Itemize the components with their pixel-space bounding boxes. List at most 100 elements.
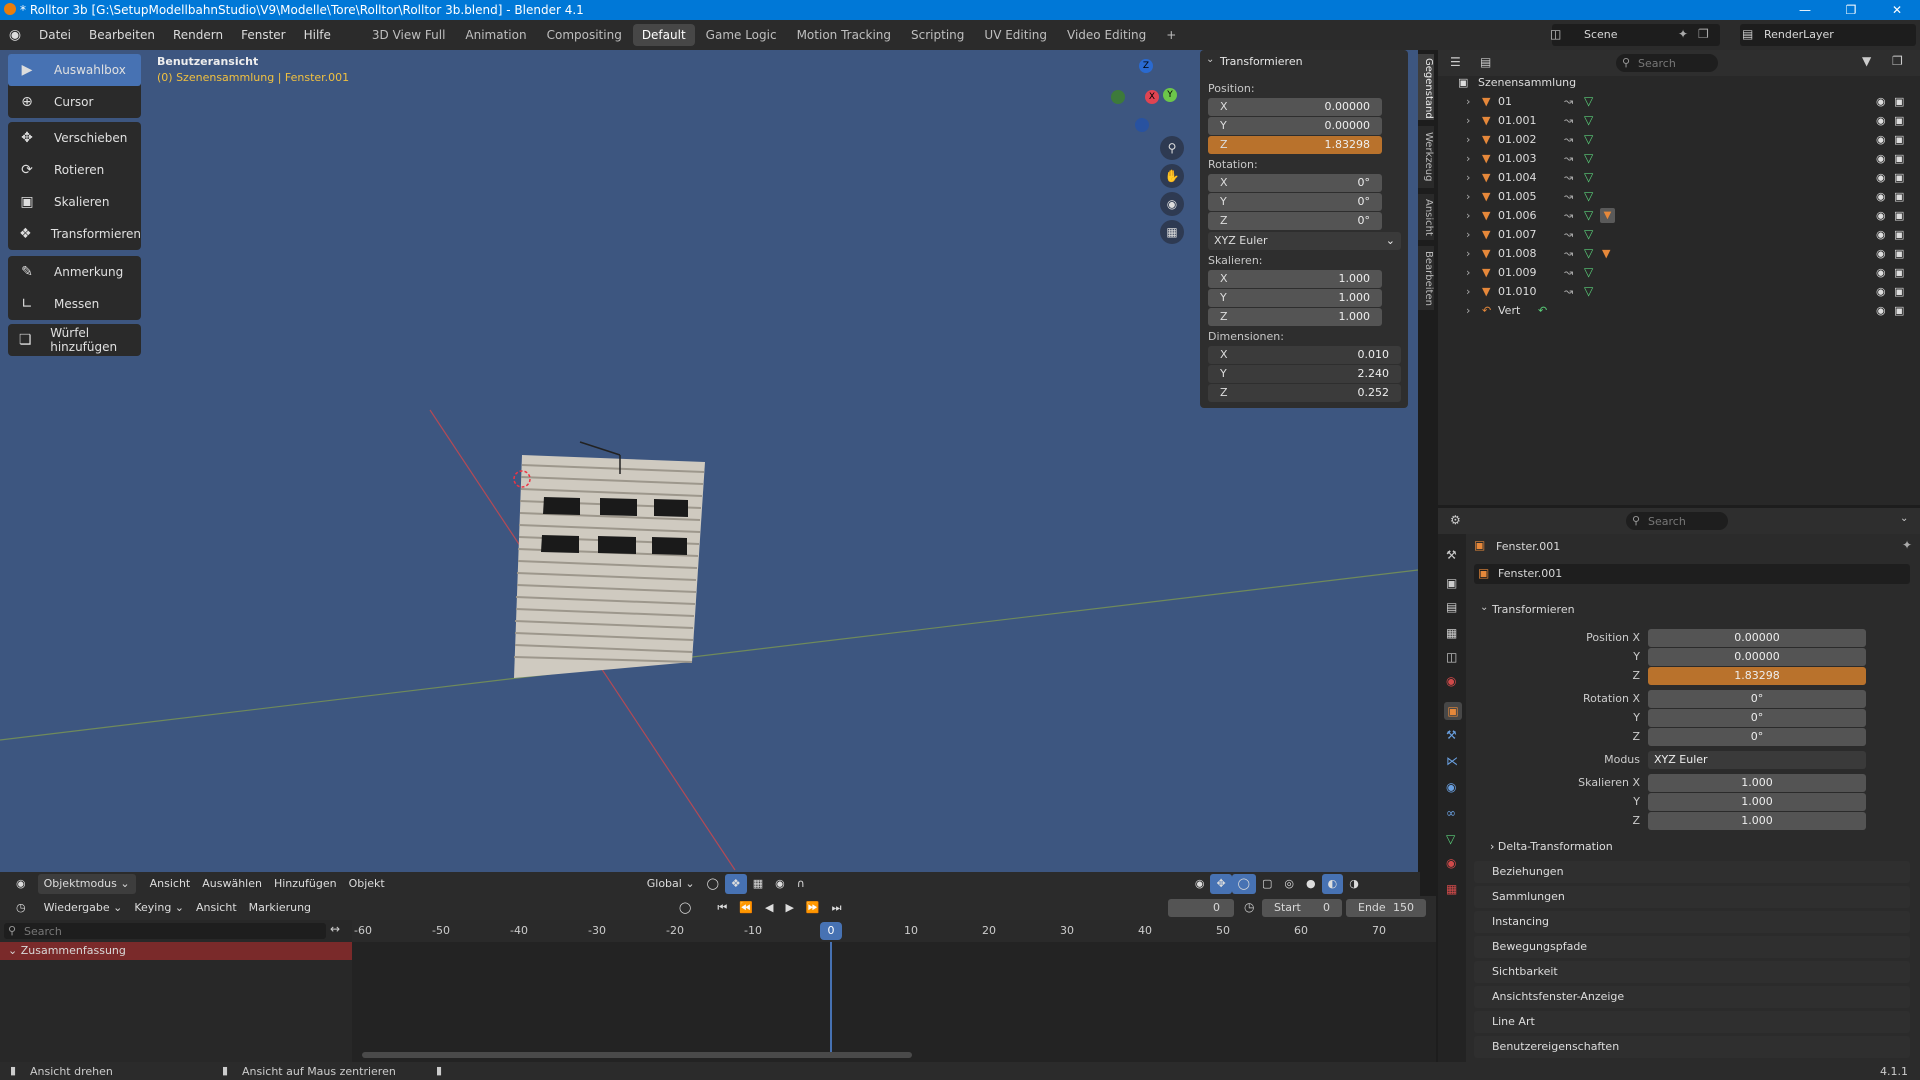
pin-icon[interactable]: ✦ [1678,27,1688,41]
outliner-item[interactable]: › ↶ Vert ↶ ◉ ▣ [1438,301,1920,320]
prop-scale-z[interactable]: 1.000 [1648,812,1866,830]
display-mode-icon[interactable]: ▤ [1480,55,1491,69]
gizmo-z[interactable]: Z [1139,59,1153,73]
visibility-eye-icon[interactable]: ◉ [1876,285,1886,298]
visibility-eye-icon[interactable]: ◉ [1876,209,1886,222]
npanel-dim-z[interactable]: Z 0.252 [1208,384,1401,402]
outliner-editor-icon[interactable]: ☰ [1450,55,1461,69]
constraints-tab-icon[interactable]: ∞ [1446,806,1456,820]
jump-end-icon[interactable]: ⏭ [826,898,848,918]
workspace-tab[interactable]: Animation [456,24,535,46]
visibility-eye-icon[interactable]: ◉ [1876,190,1886,203]
prop-scale-y[interactable]: 1.000 [1648,793,1866,811]
clock-icon[interactable]: ◷ [1244,900,1254,914]
render-camera-icon[interactable]: ▣ [1894,114,1904,127]
chevron-right-icon[interactable]: › [1466,114,1470,127]
frame-ruler[interactable]: -60 -50 -40 -30 -20 -10 0 10 20 30 40 50… [352,920,1436,942]
timeline-search-input[interactable]: ⚲ Search [4,923,326,939]
zoom-icon[interactable]: ⚲ [1160,136,1184,160]
prop-rotation-y[interactable]: 0° [1648,709,1866,727]
current-frame-field[interactable]: 0 [1168,899,1234,917]
material-tab-icon[interactable]: ◉ [1446,856,1456,870]
scene-tab-icon[interactable]: ◫ [1446,650,1457,664]
gizmo-y[interactable]: Y [1163,88,1177,102]
npanel-rotation-x[interactable]: X 0° [1208,174,1382,192]
transform-section-title[interactable]: Transformieren [1492,603,1575,616]
modifier-tab-icon[interactable]: ⚒ [1446,728,1457,742]
tool-add-cube[interactable]: ❏ Würfel hinzufügen [8,324,141,356]
outliner-item[interactable]: › ▼ 01.001 ↝ ▽ ◉ ▣ [1438,111,1920,130]
npanel-position-x[interactable]: X 0.00000 [1208,98,1382,116]
chevron-right-icon[interactable]: › [1466,190,1470,203]
new-scene-icon[interactable]: ❐ [1698,27,1709,41]
output-tab-icon[interactable]: ▤ [1446,600,1457,614]
render-camera-icon[interactable]: ▣ [1894,247,1904,260]
menu-file[interactable]: Datei [30,20,80,50]
scene-selector[interactable]: ◫ Scene ✦ ❐ [1550,24,1720,46]
gizmo-neg-y[interactable] [1111,90,1125,104]
summary-channel[interactable]: ⌄ Zusammenfassung [0,942,352,960]
render-camera-icon[interactable]: ▣ [1894,228,1904,241]
vp-menu-view[interactable]: Ansicht [144,874,197,894]
chevron-down-icon[interactable]: ⌄ [1206,54,1214,65]
menu-help[interactable]: Hilfe [295,20,340,50]
subpanel-instancing[interactable]: Instancing [1474,911,1910,933]
workspace-tab[interactable]: Motion Tracking [788,24,900,46]
outliner-item[interactable]: › ▼ 01.010 ↝ ▽ ◉ ▣ [1438,282,1920,301]
jump-start-icon[interactable]: ⏮ [711,898,733,918]
new-collection-icon[interactable]: ❐ [1892,54,1903,68]
tl-menu-view[interactable]: Ansicht [190,898,243,918]
editor-type-icon[interactable]: ◉ [10,874,32,894]
shading-material-icon[interactable]: ◐ [1321,874,1344,894]
pin-icon[interactable]: ✦ [1902,538,1912,552]
tool-scale[interactable]: ▣ Skalieren [8,186,141,218]
maximize-icon[interactable]: ❐ [1828,0,1874,20]
overlay-toggle-icon[interactable]: ◯ [1231,874,1256,894]
minimize-icon[interactable]: — [1782,0,1828,20]
object-name-field[interactable]: ▣ Fenster.001 [1474,564,1910,584]
gizmo-neg-z[interactable] [1135,118,1149,132]
tl-menu-playback[interactable]: Wiedergabe ⌄ [38,898,129,918]
visibility-eye-icon[interactable]: ◉ [1876,114,1886,127]
swap-arrows-icon[interactable]: ↔ [330,922,340,936]
outliner-item[interactable]: › ▼ 01.009 ↝ ▽ ◉ ▣ [1438,263,1920,282]
mesh-data-tab-icon[interactable]: ▽ [1446,832,1455,846]
prop-position-y[interactable]: 0.00000 [1648,648,1866,666]
visibility-icon[interactable]: ◉ [1189,874,1211,894]
chevron-right-icon[interactable]: › [1466,304,1470,317]
visibility-eye-icon[interactable]: ◉ [1876,133,1886,146]
npanel-scale-z[interactable]: Z 1.000 [1208,308,1382,326]
render-camera-icon[interactable]: ▣ [1894,95,1904,108]
tool-transform[interactable]: ❖ Transformieren [8,218,141,250]
render-camera-icon[interactable]: ▣ [1894,190,1904,203]
properties-search-input[interactable]: ⚲ Search [1626,512,1728,530]
close-icon[interactable]: ✕ [1874,0,1920,20]
prop-position-z[interactable]: 1.83298 [1648,667,1866,685]
visibility-eye-icon[interactable]: ◉ [1876,95,1886,108]
shading-solid-icon[interactable]: ● [1300,874,1322,894]
render-camera-icon[interactable]: ▣ [1894,209,1904,222]
outliner-item[interactable]: › ▼ 01.005 ↝ ▽ ◉ ▣ [1438,187,1920,206]
workspace-tab-active[interactable]: Default [632,24,695,46]
render-camera-icon[interactable]: ▣ [1894,171,1904,184]
playhead-line[interactable] [830,942,832,1058]
xray-icon[interactable]: ▢ [1256,874,1278,894]
start-frame-field[interactable]: Start 0 [1262,899,1342,917]
pivot-icon[interactable]: ◯ [701,874,725,894]
render-camera-icon[interactable]: ▣ [1894,133,1904,146]
camera-view-icon[interactable]: ◉ [1160,192,1184,216]
visibility-eye-icon[interactable]: ◉ [1876,247,1886,260]
chevron-right-icon[interactable]: › [1466,209,1470,222]
renderlayer-selector[interactable]: ▤ RenderLayer [1740,24,1916,46]
chevron-down-icon[interactable]: ⌄ [1480,602,1488,613]
shading-rendered-icon[interactable]: ◑ [1343,874,1365,894]
visibility-eye-icon[interactable]: ◉ [1876,266,1886,279]
playhead-frame[interactable]: 0 [820,922,842,940]
outliner-item[interactable]: › ▼ 01.007 ↝ ▽ ◉ ▣ [1438,225,1920,244]
chevron-right-icon[interactable]: › [1466,285,1470,298]
chevron-right-icon[interactable]: › [1466,95,1470,108]
snap-toggle-icon[interactable]: ❖ [724,874,747,894]
sidetab-object[interactable]: Gegenstand [1418,54,1434,120]
npanel-dim-y[interactable]: Y 2.240 [1208,365,1401,383]
tool-move[interactable]: ✥ Verschieben [8,122,141,154]
